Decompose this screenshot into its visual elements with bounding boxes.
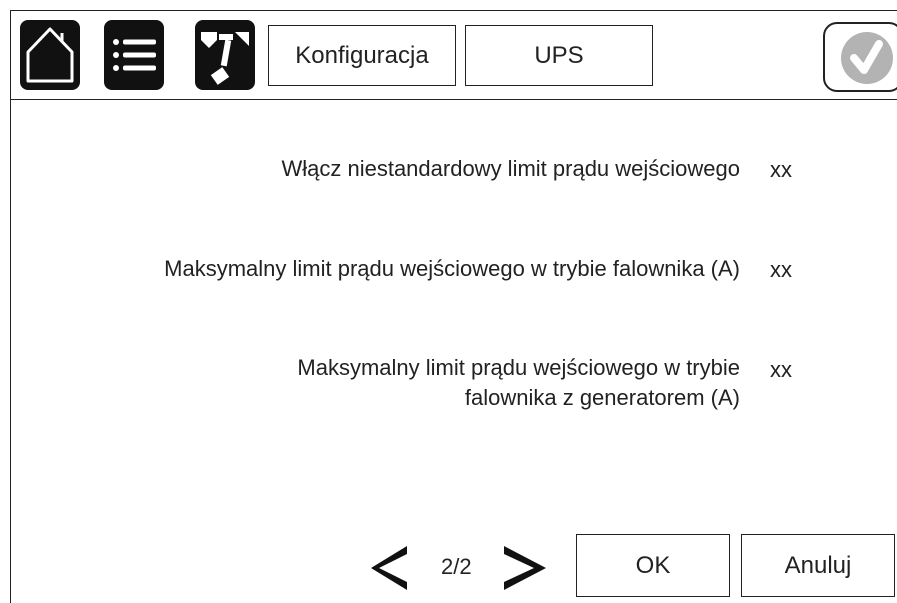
home-button[interactable] — [20, 20, 80, 90]
setting-label-custom-input-limit: Włącz niestandardowy limit prądu wejścio… — [281, 156, 740, 181]
setting-value-max-limit-generator[interactable]: xx — [770, 355, 792, 385]
page-indicator: 2/2 — [441, 554, 472, 579]
menu-button[interactable] — [104, 20, 164, 90]
ok-button[interactable]: OK — [576, 534, 730, 597]
header-divider — [10, 99, 897, 100]
setting-label-max-limit-inverter: Maksymalny limit prądu wejściowego w try… — [164, 256, 740, 281]
setting-label-max-limit-generator-line2: falownika z generatorem (A) — [464, 385, 740, 410]
setting-label-max-limit-generator-line1: Maksymalny limit prądu wejściowego w try… — [297, 355, 740, 380]
setting-label-max-limit-generator: Maksymalny limit prądu wejściowego w try… — [20, 353, 740, 413]
check-icon — [841, 32, 893, 84]
home-icon — [26, 27, 74, 83]
tab-konfiguracja[interactable]: Konfiguracja — [268, 25, 456, 86]
tools-button[interactable] — [195, 20, 255, 90]
setting-value-max-limit-inverter[interactable]: xx — [770, 255, 792, 285]
cancel-button[interactable]: Anuluj — [741, 534, 895, 597]
tools-icon — [201, 32, 249, 85]
confirm-check-button[interactable] — [823, 22, 897, 92]
chevron-left-icon[interactable] — [367, 540, 413, 596]
frame-top-border — [10, 10, 897, 11]
setting-value-custom-input-limit[interactable]: xx — [770, 155, 792, 185]
menu-list-icon — [113, 39, 156, 71]
tab-ups[interactable]: UPS — [465, 25, 653, 86]
chevron-right-icon[interactable] — [500, 540, 550, 596]
